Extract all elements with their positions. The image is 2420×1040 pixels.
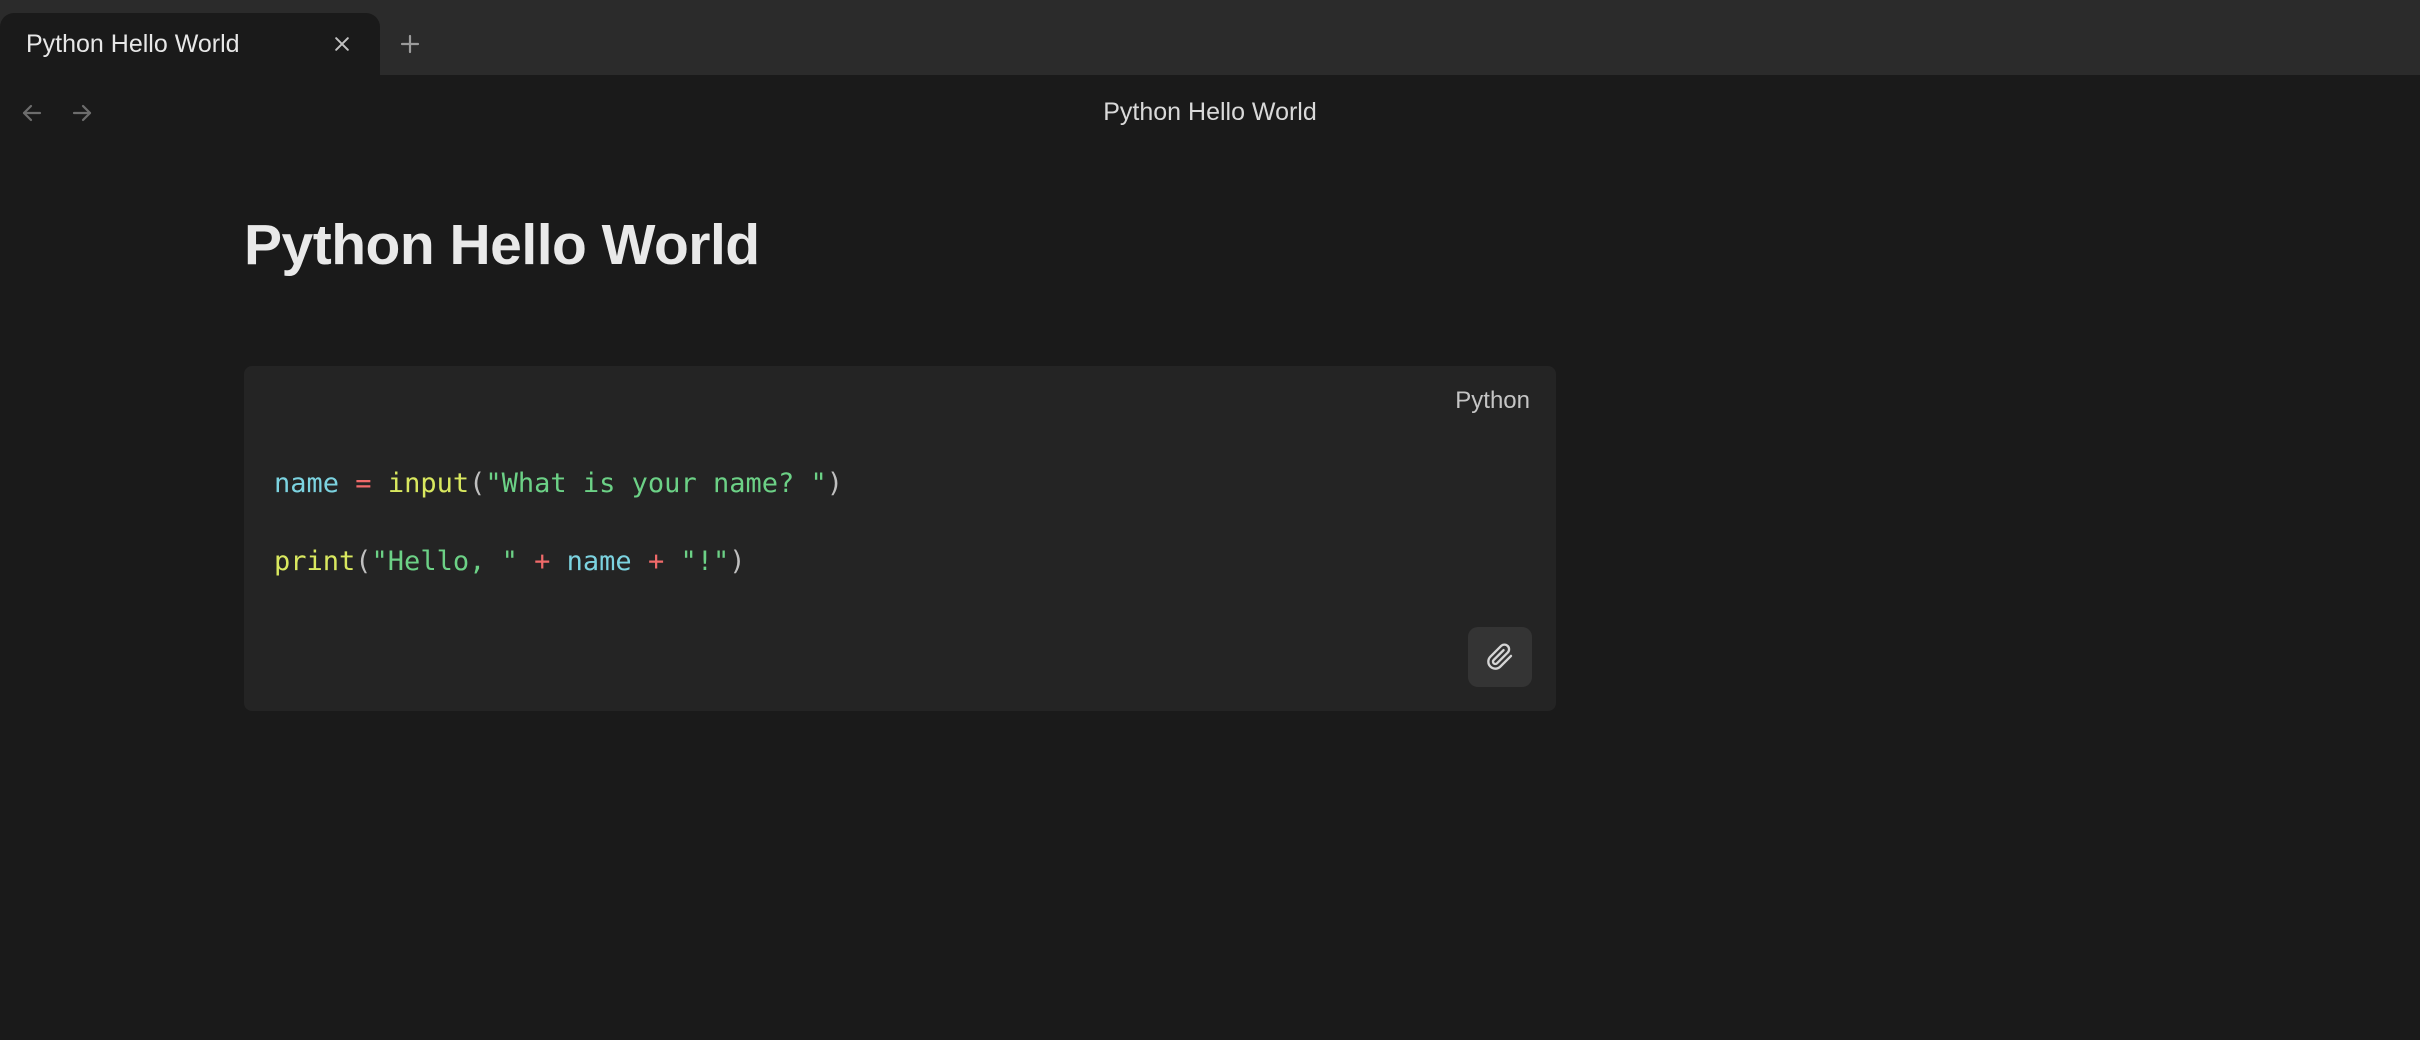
tab-title: Python Hello World	[26, 30, 324, 59]
plus-icon	[398, 32, 422, 56]
code-token: print	[274, 546, 355, 577]
arrow-left-icon	[20, 101, 44, 125]
code-token: name	[567, 546, 632, 577]
arrow-right-icon	[70, 101, 94, 125]
attachment-button[interactable]	[1468, 627, 1532, 687]
code-token: (	[469, 468, 485, 499]
paperclip-icon	[1486, 643, 1514, 671]
code-language-badge: Python	[1455, 384, 1530, 419]
close-icon	[332, 34, 352, 54]
new-tab-button[interactable]	[380, 13, 440, 75]
toolbar: Python Hello World	[0, 75, 2420, 150]
nav-back-button[interactable]	[12, 93, 52, 133]
code-token: )	[827, 468, 843, 499]
code-token: +	[534, 546, 550, 577]
nav-forward-button[interactable]	[62, 93, 102, 133]
content-area: Python Hello World Pythonname = input("W…	[0, 150, 2420, 1040]
code-token: (	[355, 546, 371, 577]
app-window: Python Hello World Python Hello World Py…	[0, 0, 2420, 1040]
tab-active[interactable]: Python Hello World	[0, 13, 380, 75]
code-token: )	[729, 546, 745, 577]
code-token: =	[355, 468, 371, 499]
code-token: name	[274, 468, 339, 499]
code-token: +	[648, 546, 664, 577]
code-token: "Hello, "	[372, 546, 518, 577]
code-block[interactable]: Pythonname = input("What is your name? "…	[244, 366, 1556, 711]
document-body: Python Hello World Pythonname = input("W…	[244, 150, 1556, 711]
code-token: input	[388, 468, 469, 499]
document-title: Python Hello World	[1103, 98, 1317, 127]
tab-strip: Python Hello World	[0, 0, 2420, 75]
close-tab-button[interactable]	[324, 26, 360, 62]
code-token: "What is your name? "	[485, 468, 826, 499]
code-token: "!"	[680, 546, 729, 577]
page-title[interactable]: Python Hello World	[244, 212, 1556, 278]
